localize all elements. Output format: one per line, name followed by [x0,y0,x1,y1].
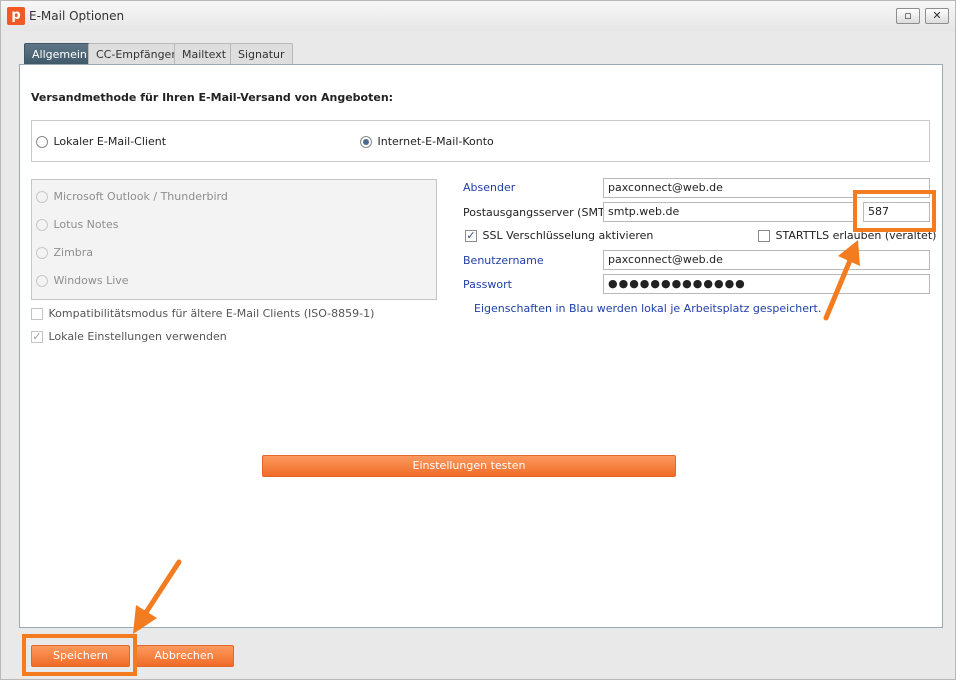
arrow-to-save-shaft [142,559,182,617]
arrow-to-port-icon [823,240,860,321]
arrow-to-save-icon [133,559,182,634]
arrow-to-port-shaft [823,255,854,321]
annotation-arrows [133,240,860,634]
arrow-to-save-head [133,605,157,634]
